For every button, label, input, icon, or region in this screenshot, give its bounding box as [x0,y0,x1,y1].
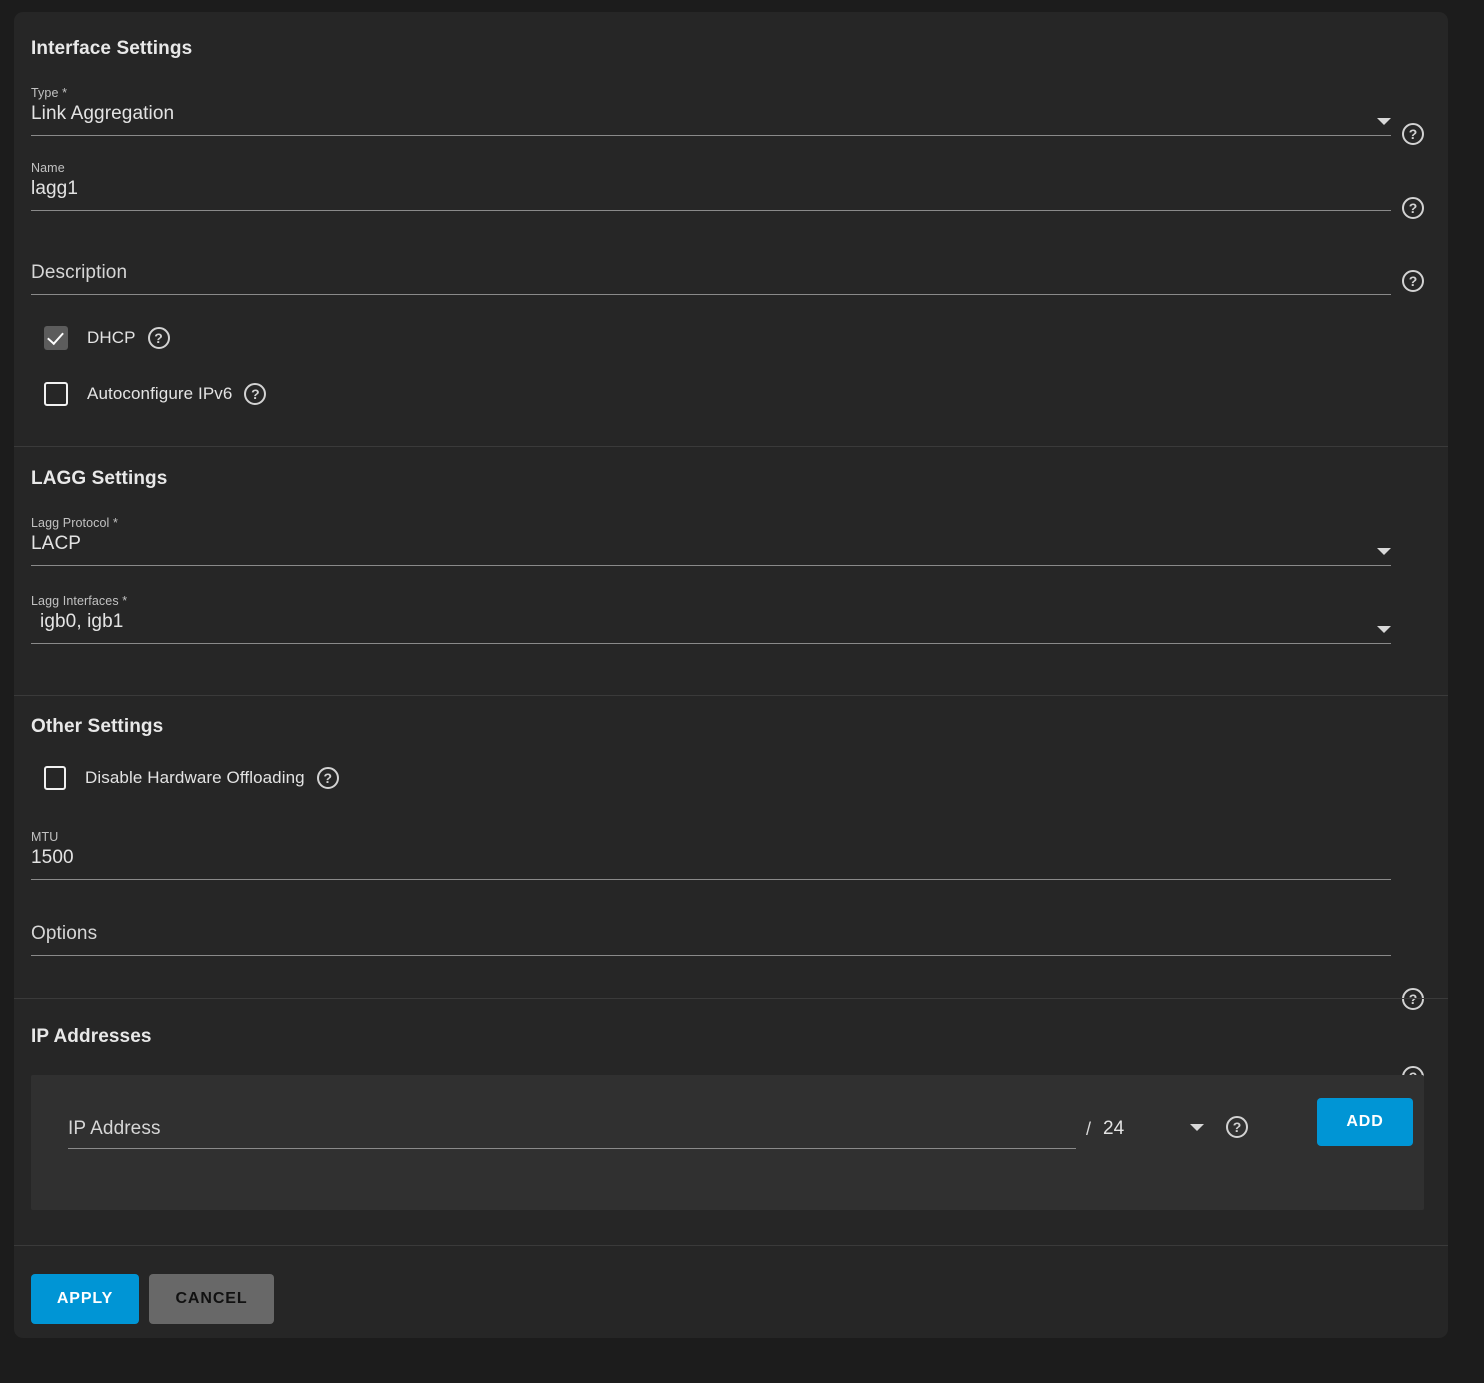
checkbox-dhcp-label: DHCP [87,328,136,348]
help-circle-icon[interactable]: ? [317,767,339,789]
section-title-interface-settings: Interface Settings [31,38,192,60]
checkbox-dhcp[interactable] [44,326,68,350]
section-title-lagg-settings: LAGG Settings [31,468,167,490]
netmask-value: 24 [1103,1118,1124,1140]
field-lagg-interfaces-label: Lagg Interfaces * [31,594,1391,609]
field-lagg-protocol[interactable]: Lagg Protocol * LACP [31,516,1391,566]
field-type[interactable]: Type * Link Aggregation [31,86,1391,136]
help-circle-icon[interactable]: ? [1402,197,1424,219]
section-lagg-settings: LAGG Settings Lagg Protocol * LACP ? Lag… [14,447,1448,695]
netmask-slash: / [1086,1119,1091,1140]
section-title-other-settings: Other Settings [31,716,163,738]
section-title-ip-addresses: IP Addresses [31,1026,152,1048]
help-circle-icon[interactable]: ? [244,383,266,405]
field-description[interactable]: Description [31,260,1391,295]
field-type-underline [31,135,1391,136]
checkbox-disable-hardware-offloading-label: Disable Hardware Offloading [85,768,305,788]
help-circle-icon[interactable]: ? [148,327,170,349]
field-name-label: Name [31,161,1391,176]
field-lagg-protocol-label: Lagg Protocol * [31,516,1391,531]
field-description-underline [31,294,1391,295]
field-ip-address-placeholder: IP Address [68,1116,1076,1142]
field-name-underline [31,210,1391,211]
field-lagg-interfaces-value: igb0, igb1 [31,609,1391,635]
field-ip-address[interactable]: IP Address [68,1116,1076,1149]
field-lagg-protocol-value: LACP [31,531,1391,557]
field-options-underline [31,955,1391,956]
field-mtu-value: 1500 [31,845,1391,871]
section-ip-addresses: IP Addresses IP Address / 24 ? ADD [14,999,1448,1245]
checkbox-autoconfigure-ipv6[interactable] [44,382,68,406]
field-options-placeholder: Options [31,921,1391,947]
cancel-button[interactable]: CANCEL [149,1274,274,1324]
chevron-down-icon[interactable] [1377,626,1391,633]
checkbox-row-disable-hardware-offloading[interactable]: Disable Hardware Offloading ? [44,766,339,790]
field-lagg-interfaces-underline [31,643,1391,644]
field-name[interactable]: Name lagg1 [31,161,1391,211]
checkbox-autoconfigure-ipv6-label: Autoconfigure IPv6 [87,384,232,404]
field-type-label: Type * [31,86,1391,101]
field-description-placeholder: Description [31,260,1391,286]
chevron-down-icon[interactable] [1377,548,1391,555]
section-actions: APPLY CANCEL [14,1246,1448,1338]
field-type-value: Link Aggregation [31,101,1391,127]
checkbox-row-dhcp[interactable]: DHCP ? [44,326,170,350]
add-ip-address-button[interactable]: ADD [1317,1098,1413,1146]
help-circle-icon[interactable]: ? [1226,1116,1248,1138]
field-mtu-underline [31,879,1391,880]
field-mtu[interactable]: MTU 1500 [31,830,1391,880]
help-circle-icon[interactable]: ? [1402,123,1424,145]
apply-button[interactable]: APPLY [31,1274,139,1324]
field-lagg-interfaces[interactable]: Lagg Interfaces * igb0, igb1 [31,594,1391,644]
field-ip-address-underline [68,1148,1076,1149]
section-interface-settings: Interface Settings Type * Link Aggregati… [14,12,1448,446]
ip-address-row-panel: IP Address / 24 ? ADD [31,1075,1424,1210]
checkbox-disable-hardware-offloading[interactable] [44,766,66,790]
field-lagg-protocol-underline [31,565,1391,566]
chevron-down-icon[interactable] [1377,118,1391,125]
field-name-value: lagg1 [31,176,1391,202]
field-options[interactable]: Options [31,921,1391,956]
interface-edit-card: Interface Settings Type * Link Aggregati… [14,12,1448,1338]
help-circle-icon[interactable]: ? [1402,270,1424,292]
section-other-settings: Other Settings Disable Hardware Offloadi… [14,696,1448,998]
field-mtu-label: MTU [31,830,1391,845]
chevron-down-icon[interactable] [1190,1124,1204,1131]
checkbox-row-autoconfigure-ipv6[interactable]: Autoconfigure IPv6 ? [44,382,266,406]
